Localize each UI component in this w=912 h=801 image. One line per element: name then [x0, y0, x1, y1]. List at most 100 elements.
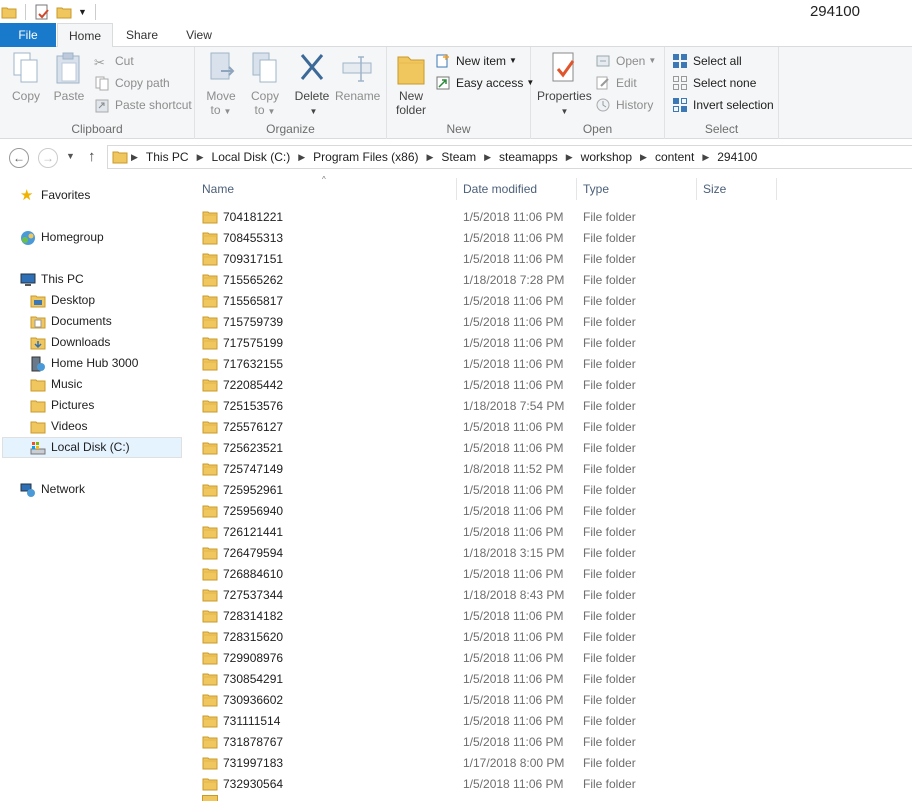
- breadcrumb-steamapps[interactable]: steamapps: [494, 150, 563, 164]
- nav-item-videos[interactable]: Videos: [30, 416, 87, 437]
- column-header-date[interactable]: Date modified: [463, 178, 537, 200]
- folder-icon: [202, 484, 218, 497]
- rename-button[interactable]: Rename: [335, 51, 380, 103]
- paste-button[interactable]: Paste: [50, 51, 88, 103]
- breadcrumb-separator-icon[interactable]: ▶: [481, 152, 494, 163]
- table-row[interactable]: 726884610 1/5/2018 11:06 PM File folder: [202, 564, 782, 585]
- table-row[interactable]: 715759739 1/5/2018 11:06 PM File folder: [202, 312, 782, 333]
- history-button[interactable]: History: [595, 95, 653, 115]
- table-row[interactable]: 730854291 1/5/2018 11:06 PM File folder: [202, 669, 782, 690]
- file-date: 1/18/2018 7:54 PM: [463, 399, 565, 413]
- new-folder-icon[interactable]: [56, 4, 72, 20]
- properties-icon[interactable]: [34, 4, 50, 20]
- new-folder-button[interactable]: New folder: [393, 51, 429, 117]
- table-row[interactable]: 709317151 1/5/2018 11:06 PM File folder: [202, 249, 782, 270]
- table-row[interactable]: 731878767 1/5/2018 11:06 PM File folder: [202, 732, 782, 753]
- column-header-name[interactable]: Name: [202, 178, 234, 200]
- copy-button[interactable]: Copy: [6, 51, 46, 103]
- breadcrumb-program-files[interactable]: Program Files (x86): [308, 150, 423, 164]
- easy-access-button[interactable]: Easy access ▼: [435, 73, 534, 93]
- nav-item-home-hub[interactable]: Home Hub 3000: [30, 353, 138, 374]
- tab-file[interactable]: File: [0, 23, 56, 47]
- breadcrumb-separator-icon[interactable]: ▶: [699, 152, 712, 163]
- table-row[interactable]: 727537344 1/18/2018 8:43 PM File folder: [202, 585, 782, 606]
- new-item-button[interactable]: New item ▼: [435, 51, 517, 71]
- table-row[interactable]: 726121441 1/5/2018 11:06 PM File folder: [202, 522, 782, 543]
- nav-item-network[interactable]: Network: [20, 479, 85, 500]
- delete-label: Delete: [294, 89, 330, 103]
- table-row[interactable]: 725956940 1/5/2018 11:06 PM File folder: [202, 501, 782, 522]
- table-row[interactable]: 725576127 1/5/2018 11:06 PM File folder: [202, 417, 782, 438]
- table-row[interactable]: 731997183 1/17/2018 8:00 PM File folder: [202, 753, 782, 774]
- breadcrumb-separator-icon[interactable]: ▶: [563, 152, 576, 163]
- table-row[interactable]: 722085442 1/5/2018 11:06 PM File folder: [202, 375, 782, 396]
- customize-toolbar-icon[interactable]: ▼: [78, 7, 87, 17]
- table-row[interactable]: 731111514 1/5/2018 11:06 PM File folder: [202, 711, 782, 732]
- column-divider[interactable]: [576, 178, 577, 200]
- tab-share[interactable]: Share: [117, 23, 167, 47]
- table-row[interactable]: 730936602 1/5/2018 11:06 PM File folder: [202, 690, 782, 711]
- breadcrumb-separator-icon[interactable]: ▶: [637, 152, 650, 163]
- breadcrumb-current[interactable]: 294100: [712, 150, 762, 164]
- delete-button[interactable]: Delete ▼: [293, 51, 331, 117]
- table-row[interactable]: 717632155 1/5/2018 11:06 PM File folder: [202, 354, 782, 375]
- select-none-button[interactable]: Select none: [672, 73, 756, 93]
- address-bar[interactable]: ▶ This PC ▶ Local Disk (C:) ▶ Program Fi…: [107, 145, 912, 169]
- nav-item-music[interactable]: Music: [30, 374, 82, 395]
- nav-label: Local Disk (C:): [51, 440, 130, 454]
- edit-button[interactable]: Edit: [595, 73, 637, 93]
- folder-icon[interactable]: [1, 4, 17, 20]
- table-row[interactable]: 732930564 1/5/2018 11:06 PM File folder: [202, 774, 782, 795]
- table-row[interactable]: 725623521 1/5/2018 11:06 PM File folder: [202, 438, 782, 459]
- cut-button[interactable]: ✂ Cut: [94, 51, 134, 71]
- column-header-type[interactable]: Type: [583, 178, 609, 200]
- nav-item-downloads[interactable]: Downloads: [30, 332, 110, 353]
- breadcrumb-steam[interactable]: Steam: [436, 150, 481, 164]
- table-row[interactable]: 728315620 1/5/2018 11:06 PM File folder: [202, 627, 782, 648]
- table-row[interactable]: 728314182 1/5/2018 11:06 PM File folder: [202, 606, 782, 627]
- table-row[interactable]: 715565817 1/5/2018 11:06 PM File folder: [202, 291, 782, 312]
- column-divider[interactable]: [696, 178, 697, 200]
- table-row[interactable]: 726479594 1/18/2018 3:15 PM File folder: [202, 543, 782, 564]
- forward-button[interactable]: →: [38, 148, 58, 168]
- breadcrumb-separator-icon[interactable]: ▶: [194, 152, 207, 163]
- table-row[interactable]: 717575199 1/5/2018 11:06 PM File folder: [202, 333, 782, 354]
- column-divider[interactable]: [776, 178, 777, 200]
- nav-item-this-pc[interactable]: This PC: [20, 269, 84, 290]
- nav-item-homegroup[interactable]: Homegroup: [20, 227, 104, 248]
- table-row[interactable]: 704181221 1/5/2018 11:06 PM File folder: [202, 207, 782, 228]
- nav-item-local-disk[interactable]: Local Disk (C:): [2, 437, 182, 458]
- nav-item-documents[interactable]: Documents: [30, 311, 112, 332]
- invert-selection-button[interactable]: Invert selection: [672, 95, 774, 115]
- breadcrumb-separator-icon[interactable]: ▶: [295, 152, 308, 163]
- breadcrumb-local-disk[interactable]: Local Disk (C:): [207, 150, 296, 164]
- up-arrow-icon[interactable]: ↑: [88, 148, 96, 165]
- column-header-size[interactable]: Size: [703, 178, 726, 200]
- column-divider[interactable]: [456, 178, 457, 200]
- open-button[interactable]: Open ▼: [595, 51, 656, 71]
- table-row[interactable]: 715565262 1/18/2018 7:28 PM File folder: [202, 270, 782, 291]
- back-button[interactable]: ←: [9, 148, 29, 168]
- breadcrumb-content[interactable]: content: [650, 150, 699, 164]
- table-row[interactable]: 708455313 1/5/2018 11:06 PM File folder: [202, 228, 782, 249]
- table-row[interactable]: 725153576 1/18/2018 7:54 PM File folder: [202, 396, 782, 417]
- nav-item-desktop[interactable]: Desktop: [30, 290, 95, 311]
- breadcrumb-this-pc[interactable]: This PC: [141, 150, 194, 164]
- table-row[interactable]: 729908976 1/5/2018 11:06 PM File folder: [202, 648, 782, 669]
- copy-path-button[interactable]: Copy path: [94, 73, 170, 93]
- select-all-button[interactable]: Select all: [672, 51, 742, 71]
- tab-home[interactable]: Home: [57, 23, 113, 48]
- table-row[interactable]: 725952961 1/5/2018 11:06 PM File folder: [202, 480, 782, 501]
- move-to-button[interactable]: Move to ▼: [203, 51, 239, 117]
- tab-view[interactable]: View: [176, 23, 222, 47]
- file-date: 1/18/2018 3:15 PM: [463, 546, 565, 560]
- recent-locations-dropdown-icon[interactable]: ▼: [66, 151, 75, 161]
- nav-item-favorites[interactable]: ★ Favorites: [20, 185, 90, 206]
- nav-item-pictures[interactable]: Pictures: [30, 395, 94, 416]
- properties-button[interactable]: Properties ▼: [537, 51, 592, 117]
- copy-to-button[interactable]: Copy to ▼: [247, 51, 283, 117]
- table-row[interactable]: 725747149 1/8/2018 11:52 PM File folder: [202, 459, 782, 480]
- breadcrumb-separator-icon[interactable]: ▶: [424, 152, 437, 163]
- breadcrumb-workshop[interactable]: workshop: [576, 150, 637, 164]
- paste-shortcut-button[interactable]: Paste shortcut: [94, 95, 192, 115]
